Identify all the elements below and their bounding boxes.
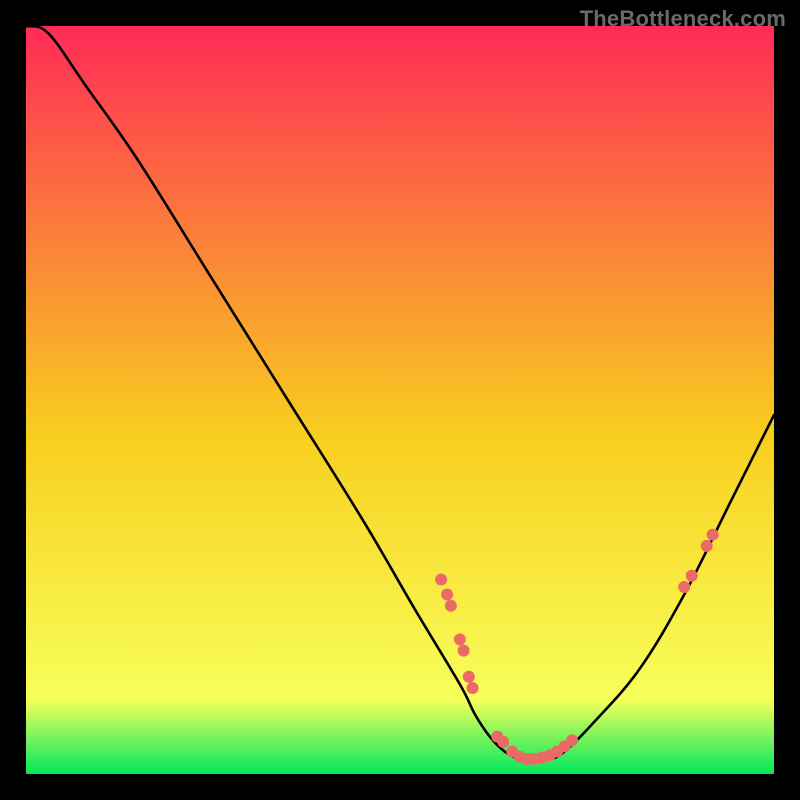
curve-dot xyxy=(497,736,509,748)
curve-dot xyxy=(445,600,457,612)
curve-dot xyxy=(701,540,713,552)
curve-dot xyxy=(454,633,466,645)
curve-dot xyxy=(435,574,447,586)
plot-area xyxy=(26,26,774,774)
chart-frame: TheBottleneck.com xyxy=(0,0,800,800)
curve-dot xyxy=(467,682,479,694)
curve-dot xyxy=(566,734,578,746)
curve-dot xyxy=(441,588,453,600)
gradient-background xyxy=(26,26,774,774)
curve-dot xyxy=(686,570,698,582)
curve-dot xyxy=(678,581,690,593)
curve-dot xyxy=(463,671,475,683)
curve-dot xyxy=(458,645,470,657)
watermark-text: TheBottleneck.com xyxy=(580,6,786,32)
bottleneck-chart xyxy=(26,26,774,774)
curve-dot xyxy=(707,529,719,541)
